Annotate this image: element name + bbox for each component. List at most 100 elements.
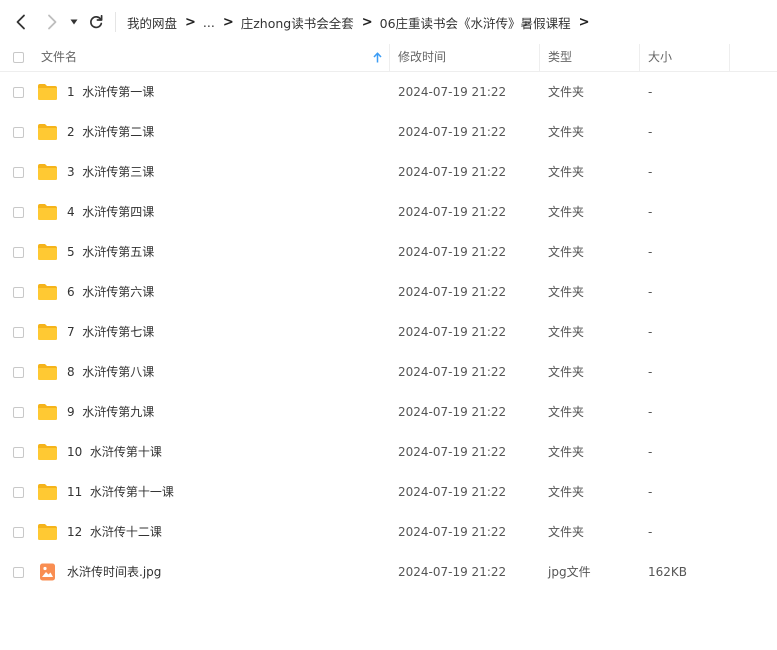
column-header-type-label: 类型 (548, 50, 573, 64)
folder-icon (38, 284, 57, 300)
row-checkbox[interactable] (13, 87, 24, 98)
file-name[interactable]: 1 水浒传第一课 (67, 72, 154, 112)
file-row[interactable]: 4 水浒传第四课 2024-07-19 21:22 文件夹 - (0, 192, 777, 232)
row-checkbox[interactable] (13, 527, 24, 538)
file-row[interactable]: 5 水浒传第五课 2024-07-19 21:22 文件夹 - (0, 232, 777, 272)
row-checkbox[interactable] (13, 127, 24, 138)
file-name[interactable]: 10 水浒传第十课 (67, 432, 162, 472)
row-checkbox[interactable] (13, 447, 24, 458)
breadcrumb-separator: > (361, 14, 373, 30)
file-name[interactable]: 7 水浒传第七课 (67, 312, 154, 352)
file-name[interactable]: 8 水浒传第八课 (67, 352, 154, 392)
folder-icon (38, 444, 57, 460)
file-name[interactable]: 12 水浒传十二课 (67, 512, 162, 552)
file-size: - (648, 285, 653, 299)
breadcrumb-item-root[interactable]: 我的网盘 (127, 13, 177, 32)
file-modified-time: 2024-07-19 21:22 (398, 125, 507, 139)
breadcrumb-item-ellipsis[interactable]: ... (203, 15, 215, 30)
file-type: 文件夹 (548, 445, 585, 459)
column-header-size[interactable]: 大小 (640, 44, 729, 71)
file-modified-time: 2024-07-19 21:22 (398, 565, 507, 579)
file-modified-time: 2024-07-19 21:22 (398, 525, 507, 539)
file-modified-time: 2024-07-19 21:22 (398, 205, 507, 219)
folder-icon (38, 204, 57, 220)
file-size: - (648, 165, 653, 179)
back-button[interactable] (11, 11, 31, 33)
file-size: - (648, 245, 653, 259)
file-name[interactable]: 6 水浒传第六课 (67, 272, 154, 312)
folder-icon (38, 524, 57, 540)
column-divider[interactable] (729, 44, 730, 72)
breadcrumb-separator[interactable]: > (579, 15, 590, 30)
row-checkbox[interactable] (13, 167, 24, 178)
file-row[interactable]: 水浒传时间表.jpg 2024-07-19 21:22 jpg文件 162KB (0, 552, 777, 592)
file-row[interactable]: 10 水浒传第十课 2024-07-19 21:22 文件夹 - (0, 432, 777, 472)
refresh-icon (90, 15, 103, 29)
file-type: 文件夹 (548, 85, 585, 99)
select-all-checkbox[interactable] (13, 52, 24, 63)
file-type: 文件夹 (548, 165, 585, 179)
file-row[interactable]: 9 水浒传第九课 2024-07-19 21:22 文件夹 - (0, 392, 777, 432)
row-checkbox[interactable] (13, 327, 24, 338)
forward-button[interactable] (42, 11, 62, 33)
history-dropdown-button[interactable] (65, 11, 83, 33)
file-row[interactable]: 2 水浒传第二课 2024-07-19 21:22 文件夹 - (0, 112, 777, 152)
file-name[interactable]: 9 水浒传第九课 (67, 392, 154, 432)
file-size: - (648, 85, 653, 99)
row-checkbox[interactable] (13, 247, 24, 258)
file-modified-time: 2024-07-19 21:22 (398, 165, 507, 179)
folder-icon (38, 324, 57, 340)
row-checkbox[interactable] (13, 487, 24, 498)
column-header-name[interactable]: 文件名 (33, 44, 389, 71)
file-row[interactable]: 3 水浒传第三课 2024-07-19 21:22 文件夹 - (0, 152, 777, 192)
file-row[interactable]: 8 水浒传第八课 2024-07-19 21:22 文件夹 - (0, 352, 777, 392)
file-row[interactable]: 6 水浒传第六课 2024-07-19 21:22 文件夹 - (0, 272, 777, 312)
image-file-icon (40, 563, 55, 581)
file-modified-time: 2024-07-19 21:22 (398, 325, 507, 339)
file-name[interactable]: 2 水浒传第二课 (67, 112, 154, 152)
caret-down-icon (70, 19, 78, 25)
breadcrumb-item-collection[interactable]: 庄zhong读书会全套 (241, 13, 354, 32)
file-size: - (648, 485, 653, 499)
file-name[interactable]: 3 水浒传第三课 (67, 152, 154, 192)
file-modified-time: 2024-07-19 21:22 (398, 485, 507, 499)
breadcrumb-separator: > (185, 14, 196, 30)
file-modified-time: 2024-07-19 21:22 (398, 365, 507, 379)
row-checkbox[interactable] (13, 207, 24, 218)
file-name[interactable]: 4 水浒传第四课 (67, 192, 154, 232)
file-size: - (648, 445, 653, 459)
file-row[interactable]: 1 水浒传第一课 2024-07-19 21:22 文件夹 - (0, 72, 777, 112)
chevron-left-icon (16, 14, 25, 30)
file-name[interactable]: 5 水浒传第五课 (67, 232, 154, 272)
file-modified-time: 2024-07-19 21:22 (398, 445, 507, 459)
file-row[interactable]: 7 水浒传第七课 2024-07-19 21:22 文件夹 - (0, 312, 777, 352)
breadcrumb-item-current[interactable]: 06庄重读书会《水浒传》暑假课程 (380, 13, 571, 32)
folder-icon (38, 404, 57, 420)
file-list-header: 文件名 修改时间 类型 大小 (0, 44, 777, 72)
file-row[interactable]: 11 水浒传第十一课 2024-07-19 21:22 文件夹 - (0, 472, 777, 512)
breadcrumb-separator: > (222, 14, 234, 30)
file-name[interactable]: 水浒传时间表.jpg (67, 552, 161, 592)
column-header-size-label: 大小 (648, 50, 673, 64)
row-checkbox[interactable] (13, 367, 24, 378)
row-checkbox[interactable] (13, 407, 24, 418)
arrow-up-icon[interactable] (373, 52, 382, 63)
file-name[interactable]: 11 水浒传第十一课 (67, 472, 174, 512)
file-modified-time: 2024-07-19 21:22 (398, 245, 507, 259)
chevron-right-icon (48, 14, 57, 30)
file-type: 文件夹 (548, 125, 585, 139)
file-type: 文件夹 (548, 525, 585, 539)
file-row[interactable]: 12 水浒传十二课 2024-07-19 21:22 文件夹 - (0, 512, 777, 552)
toolbar-divider (115, 12, 116, 32)
column-header-name-label: 文件名 (41, 50, 78, 64)
file-modified-time: 2024-07-19 21:22 (398, 85, 507, 99)
refresh-button[interactable] (86, 11, 106, 33)
file-type: 文件夹 (548, 485, 585, 499)
column-header-type[interactable]: 类型 (540, 44, 639, 71)
row-checkbox[interactable] (13, 567, 24, 578)
file-size: - (648, 325, 653, 339)
folder-icon (38, 164, 57, 180)
column-header-modified[interactable]: 修改时间 (390, 44, 539, 71)
row-checkbox[interactable] (13, 287, 24, 298)
file-size: - (648, 205, 653, 219)
